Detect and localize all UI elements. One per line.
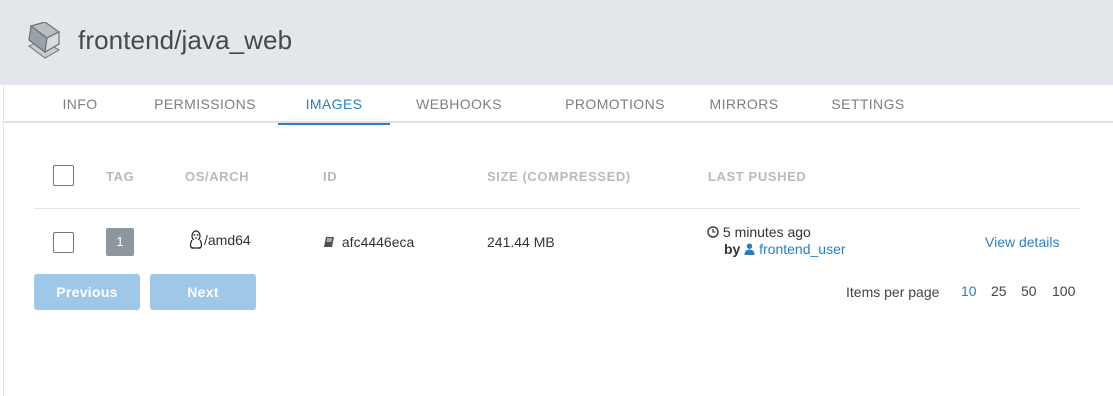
tab-images[interactable]: Images xyxy=(278,85,390,125)
row-checkbox[interactable] xyxy=(53,232,74,253)
os-arch-cell: /amd64 xyxy=(188,230,251,253)
tab-settings[interactable]: Settings xyxy=(820,85,916,123)
items-per-page-label: Items per page xyxy=(846,284,940,300)
pushed-by-user-link[interactable]: frontend_user xyxy=(759,241,845,257)
header-divider xyxy=(34,208,1081,209)
view-details-link[interactable]: View details xyxy=(985,234,1059,250)
image-id-value[interactable]: afc4446eca xyxy=(342,234,414,250)
column-header-size[interactable]: Size (compressed) xyxy=(487,169,631,184)
items-per-page-option-50[interactable]: 50 xyxy=(1021,283,1037,299)
page-title: frontend/java_web xyxy=(78,25,293,55)
tag-badge[interactable]: 1 xyxy=(106,228,134,256)
next-page-button[interactable]: Next xyxy=(150,274,256,310)
column-header-os-arch: OS/Arch xyxy=(185,169,250,184)
last-pushed-time: 5 minutes ago xyxy=(707,224,811,241)
os-arch-value: /amd64 xyxy=(204,232,251,249)
last-pushed-by: by frontend_user xyxy=(724,241,846,258)
column-header-id: ID xyxy=(323,169,338,184)
items-per-page-option-100[interactable]: 100 xyxy=(1052,283,1075,299)
items-per-page-option-25[interactable]: 25 xyxy=(991,283,1007,299)
tab-info[interactable]: Info xyxy=(33,85,127,123)
tab-promotions[interactable]: Promotions xyxy=(540,85,690,123)
column-header-last-pushed[interactable]: Last pushed xyxy=(708,169,806,184)
pushed-time-value: 5 minutes ago xyxy=(722,224,811,240)
image-id-cell: afc4446eca xyxy=(323,234,414,251)
select-all-checkbox[interactable] xyxy=(53,165,74,186)
pushed-by-prefix: by xyxy=(724,241,741,257)
linux-penguin-icon xyxy=(188,230,204,253)
previous-page-button[interactable]: Previous xyxy=(34,274,140,310)
image-size: 241.44 MB xyxy=(487,234,555,250)
user-icon xyxy=(744,242,755,258)
clock-icon xyxy=(707,225,719,241)
repository-icon xyxy=(23,21,63,62)
tab-bar: Info Permissions Images Webhooks Promoti… xyxy=(4,85,1113,125)
page-header: frontend/java_web xyxy=(0,0,1113,85)
repository-content: Info Permissions Images Webhooks Promoti… xyxy=(3,85,1113,396)
column-header-tag[interactable]: Tag xyxy=(106,169,134,184)
book-icon xyxy=(323,235,335,251)
tab-permissions[interactable]: Permissions xyxy=(140,85,270,123)
items-per-page-option-10[interactable]: 10 xyxy=(961,283,977,299)
tab-webhooks[interactable]: Webhooks xyxy=(404,85,514,123)
tab-mirrors[interactable]: Mirrors xyxy=(696,85,792,123)
